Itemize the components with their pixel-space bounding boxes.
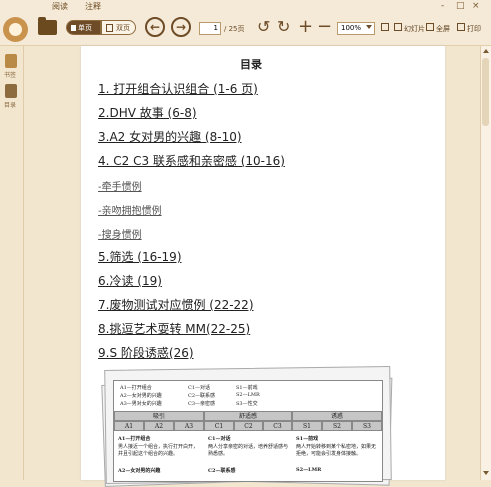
toc-subentry[interactable]: -亲吻拥抱惯例 <box>98 202 162 217</box>
app-logo-icon[interactable] <box>3 17 28 42</box>
group-header: 吸引 <box>114 411 204 421</box>
legend-text: C2—联系感 <box>188 393 216 399</box>
close-button[interactable]: × <box>472 1 480 11</box>
column-header: C3 <box>263 421 292 431</box>
zoom-in-icon[interactable]: + <box>298 18 313 36</box>
sidebar-item-bookmarks[interactable]: 书签 <box>4 70 16 79</box>
rotate-left-icon[interactable]: ↺ <box>257 18 270 36</box>
toc-entry[interactable]: 4. C2 C3 联系感和亲密感 (10-16) <box>98 152 285 169</box>
legend-text: S2—LMR <box>236 392 260 398</box>
table-cell: S2—LMR <box>296 467 322 473</box>
column-header: A3 <box>174 421 204 431</box>
sidebar <box>0 46 24 480</box>
toc-entry[interactable]: 3.A2 女对男的兴趣 (8-10) <box>98 128 242 145</box>
table-cell: C1—对话 <box>208 436 231 442</box>
legend-text: C3—亲密感 <box>188 401 216 407</box>
rotate-right-icon[interactable]: ↻ <box>277 18 290 36</box>
legend-text: A3—男对女的兴趣 <box>120 401 162 407</box>
menu-annotate[interactable]: 注释 <box>85 1 101 12</box>
legend-text: S1—前戏 <box>236 385 258 391</box>
toc-entry[interactable]: 9.S 阶段诱惑(26) <box>98 344 194 361</box>
toc-entry[interactable]: 7.废物测试对应惯例 (22-22) <box>98 296 254 313</box>
page-number-input[interactable]: 1 <box>199 22 221 35</box>
page-title: 目录 <box>240 58 262 71</box>
toc-entry[interactable]: 6.冷读 (19) <box>98 272 162 289</box>
scrollbar-thumb[interactable] <box>482 58 489 126</box>
scroll-up-arrow-icon[interactable] <box>483 49 489 53</box>
legend-text: C1—对话 <box>188 385 211 391</box>
toc-icon[interactable] <box>5 84 17 98</box>
legend-text: A1—打开组合 <box>120 385 152 391</box>
single-page-button[interactable]: 单页 <box>66 20 101 35</box>
fullscreen-icon[interactable] <box>426 23 434 31</box>
toc-entry[interactable]: 1. 打开组合认识组合 (1-6 页) <box>98 80 258 97</box>
page-gutter <box>445 46 479 480</box>
table-cell: 两人分享亲密的对话，培养舒适感与熟悉感。 <box>208 444 289 457</box>
double-page-icon <box>106 24 113 32</box>
toc-entry[interactable]: 2.DHV 故事 (6-8) <box>98 104 197 121</box>
total-pages-label: / 25页 <box>224 25 245 33</box>
table-cell: C2—联系感 <box>208 468 236 474</box>
arrow-left-icon: ← <box>149 20 161 34</box>
column-header: S2 <box>322 421 352 431</box>
scroll-down-arrow-icon[interactable] <box>483 471 489 475</box>
print-label[interactable]: 打印 <box>467 24 481 34</box>
group-header: 舒适感 <box>204 411 292 421</box>
toc-entry[interactable]: 5.筛选 (16-19) <box>98 248 182 265</box>
table-cell: S1—前戏 <box>296 436 319 442</box>
slideshow-icon[interactable] <box>394 23 402 31</box>
legend-text: A2—女对男的兴趣 <box>120 393 162 399</box>
fit-page-icon[interactable] <box>381 23 389 31</box>
column-header: C2 <box>234 421 263 431</box>
double-page-button[interactable]: 双页 <box>101 20 136 35</box>
print-icon[interactable] <box>457 23 465 31</box>
menu-read[interactable]: 阅读 <box>52 1 68 12</box>
column-header: S1 <box>292 421 322 431</box>
table-cell: A1—打开组合 <box>118 436 151 442</box>
maximize-button[interactable]: □ <box>456 1 465 11</box>
title-bar: 阅读 注释 - □ × <box>0 0 491 15</box>
next-page-button[interactable]: → <box>171 17 191 37</box>
toc-entry[interactable]: 8.挑逗艺术耍转 MM(22-25) <box>98 320 250 337</box>
table-cell: 两人开始转移到某个私密地，如果无拒绝，可能会引发身体接触。 <box>296 444 377 457</box>
single-page-icon <box>71 25 76 31</box>
zoom-out-icon[interactable]: − <box>317 18 332 36</box>
prev-page-button[interactable]: ← <box>145 17 165 37</box>
column-header: A2 <box>144 421 174 431</box>
legend-text: S3—性交 <box>236 401 258 407</box>
chevron-down-icon[interactable] <box>366 25 372 29</box>
slideshow-label[interactable]: 幻灯片 <box>404 24 425 34</box>
table-cell: A2—女对男的兴趣 <box>118 468 161 474</box>
arrow-right-icon: → <box>175 20 187 34</box>
reference-table: A1—打开组合 C1—对话 S1—前戏 A2—女对男的兴趣 C2—联系感 S2—… <box>113 380 383 482</box>
fullscreen-label[interactable]: 全屏 <box>436 24 450 34</box>
column-header: A1 <box>114 421 144 431</box>
group-header: 诱惑 <box>292 411 382 421</box>
single-page-label: 单页 <box>78 24 92 32</box>
minimize-button[interactable]: - <box>441 1 444 11</box>
sidebar-item-toc[interactable]: 目录 <box>4 100 16 109</box>
bookmark-icon[interactable] <box>5 54 17 68</box>
toc-subentry[interactable]: -搜身惯例 <box>98 226 142 241</box>
open-folder-icon[interactable] <box>38 17 57 35</box>
double-page-label: 双页 <box>116 24 130 32</box>
table-cell: 男人接近一个组合，执行打开白开，并且引起这个组合的兴趣。 <box>118 444 199 457</box>
column-header: C1 <box>204 421 234 431</box>
column-header: S3 <box>352 421 382 431</box>
toc-subentry[interactable]: -牵手惯例 <box>98 178 142 193</box>
